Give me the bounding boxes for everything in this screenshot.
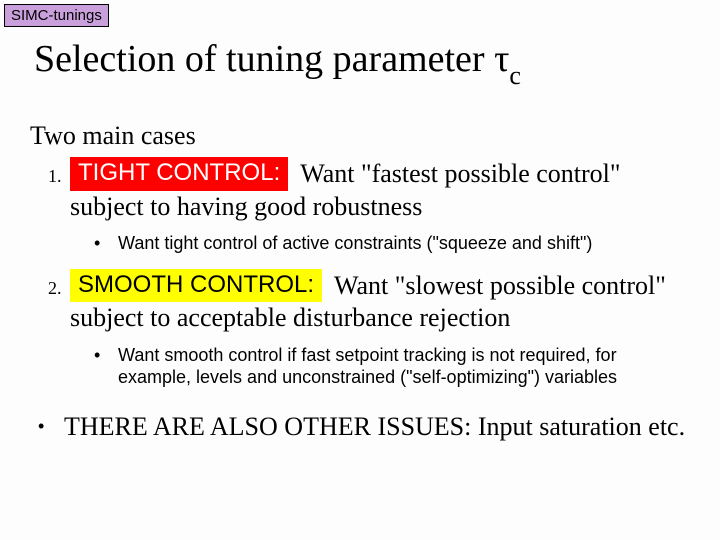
sub-list: Want tight control of active constraints… [70,232,690,255]
sub-item: Want smooth control if fast setpoint tra… [118,344,690,389]
title-text: Selection of tuning parameter [34,38,485,80]
sub-list: Want smooth control if fast setpoint tra… [70,344,690,389]
bottom-list: THERE ARE ALSO OTHER ISSUES: Input satur… [30,411,690,442]
pill-tight: TIGHT CONTROL: [70,157,288,191]
pill-smooth: SMOOTH CONTROL: [70,269,322,303]
intro-line: Two main cases [30,120,690,151]
title-symbol: τc [494,38,521,80]
slide-body: Two main cases TIGHT CONTROL: Want "fast… [30,120,690,442]
slide-tag: SIMC-tunings [4,4,109,27]
slide: SIMC-tunings Selection of tuning paramet… [0,0,720,540]
sub-item: Want tight control of active constraints… [118,232,690,255]
main-list: TIGHT CONTROL: Want "fastest possible co… [30,157,690,388]
list-item: TIGHT CONTROL: Want "fastest possible co… [66,157,690,254]
slide-title: Selection of tuning parameter τc [34,40,521,85]
list-item: SMOOTH CONTROL: Want "slowest possible c… [66,269,690,389]
bottom-item: THERE ARE ALSO OTHER ISSUES: Input satur… [64,411,690,442]
